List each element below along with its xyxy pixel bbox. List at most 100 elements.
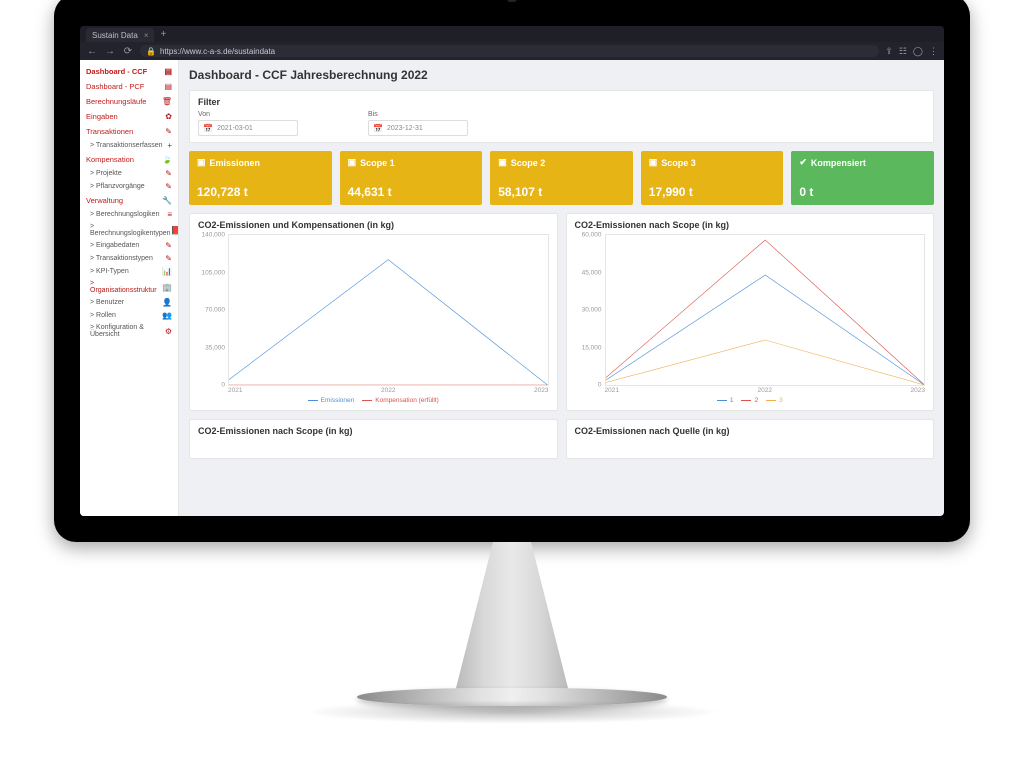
x-tick-label: 2023 [534, 387, 548, 394]
url-field[interactable]: 🔒 https://www.c-a-s.de/sustaindata [140, 45, 879, 57]
y-tick-label: 140,000 [195, 232, 225, 239]
filter-panel: Filter Von 📅 2021-03-01 [189, 90, 934, 143]
sidebar-item-label: > Projekte [90, 170, 122, 177]
sidebar-subitem[interactable]: > Organisationsstruktur🏢 [84, 278, 174, 296]
sidebar-item-label: Dashboard - CCF [86, 67, 147, 76]
chart-title: CO2-Emissionen nach Quelle (in kg) [575, 426, 926, 436]
sidebar-subitem[interactable]: > Berechnungslogiken≡ [84, 208, 174, 221]
filter-to-input[interactable]: 📅 2023-12-31 [368, 120, 468, 136]
chart-legend: EmissionenKompensation (erfüllt) [198, 396, 549, 404]
sidebar-subitem[interactable]: > Pflanzvorgänge ✎ [84, 180, 174, 193]
kpi-label: Emissionen [210, 158, 261, 168]
profile-icon[interactable]: ◯ [913, 46, 923, 57]
x-tick-label: 2021 [228, 387, 242, 394]
sidebar-subitem[interactable]: > Eingabedaten✎ [84, 239, 174, 252]
kpi-card[interactable]: ▣Scope 258,107 t [490, 151, 633, 205]
plus-icon: + [167, 141, 172, 150]
sidebar-item-label: Verwaltung [86, 196, 123, 205]
sidebar: Dashboard - CCF▤Dashboard - PCF▤Berechnu… [80, 60, 179, 516]
monitor-shadow [302, 700, 722, 724]
sidebar-item-label: Transaktionen [86, 127, 133, 136]
sidebar-item-label: > Transaktionstypen [90, 255, 153, 262]
sync-icon[interactable]: ⇪ [885, 46, 893, 57]
delete-icon: 🗑 [162, 97, 172, 106]
sidebar-subitem[interactable]: > Projekte✎ [84, 167, 174, 180]
sidebar-item[interactable]: Dashboard - CCF▤ [84, 64, 174, 79]
kpi-card[interactable]: ✔ Kompensiert 0 t [791, 151, 934, 205]
kpi-label: Kompensiert [811, 158, 866, 168]
kpi-value: 58,107 t [498, 185, 625, 199]
kpi-card[interactable]: ▣Scope 317,990 t [641, 151, 784, 205]
legend-swatch [766, 400, 776, 401]
sidebar-subitem[interactable]: > Konfiguration & Übersicht⚙ [84, 322, 174, 340]
reload-icon[interactable]: ⟳ [122, 45, 134, 57]
chart-legend: 123 [575, 396, 926, 404]
sidebar-item-label: > Berechnungslogiken [90, 211, 159, 218]
chart-series-line [606, 240, 925, 385]
chart-emissions-scope: CO2-Emissionen nach Scope (in kg) 0 15,00… [566, 213, 935, 411]
sidebar-subitem[interactable]: > Benutzer👤 [84, 296, 174, 309]
y-tick-label: 0 [572, 382, 602, 389]
x-tick-label: 2023 [911, 387, 925, 394]
sidebar-item[interactable]: Kompensation🍃 [84, 152, 174, 167]
kpi-label: Scope 2 [511, 158, 546, 168]
pencil-icon: ✎ [165, 182, 172, 191]
sidebar-item[interactable]: Verwaltung 🔧 [84, 193, 174, 208]
sidebar-item-label: > Benutzer [90, 299, 124, 306]
legend-label: 2 [754, 397, 758, 404]
filter-to-value: 2023-12-31 [387, 125, 423, 132]
sidebar-item[interactable]: Eingaben ✿ [84, 109, 174, 124]
chart-title: CO2-Emissionen nach Scope (in kg) [575, 220, 926, 230]
folder-icon: ▣ [197, 157, 206, 168]
settings-icon: ✿ [165, 112, 172, 121]
check-icon: ✔ [799, 157, 807, 168]
kpi-label: Scope 1 [360, 158, 395, 168]
sidebar-item-label: Eingaben [86, 112, 118, 121]
filter-from-input[interactable]: 📅 2021-03-01 [198, 120, 298, 136]
kpi-value: 120,728 t [197, 185, 324, 199]
users-icon: 👥 [162, 311, 172, 320]
close-icon[interactable]: × [144, 31, 149, 40]
forward-icon[interactable]: → [104, 45, 116, 57]
kpi-card[interactable]: ▣ Emissionen 120,728 t [189, 151, 332, 205]
book-icon: 📕 [171, 226, 179, 235]
filter-from-value: 2021-03-01 [217, 125, 253, 132]
leaf-icon: 🍃 [162, 155, 172, 164]
main-content: Dashboard - CCF Jahresberechnung 2022 Fi… [179, 60, 944, 516]
new-tab-button[interactable]: + [160, 28, 166, 42]
legend-item: 2 [741, 397, 758, 404]
sidebar-subitem[interactable]: > Rollen👥 [84, 309, 174, 322]
chart-emissions-compensation: CO2-Emissionen und Kompensationen (in kg… [189, 213, 558, 411]
extensions-icon[interactable]: ☷ [899, 46, 907, 57]
dashboard-icon: ▤ [164, 82, 172, 91]
sidebar-item[interactable]: Dashboard - PCF▤ [84, 79, 174, 94]
sidebar-subitem[interactable]: > Transaktionserfassen+ [84, 139, 174, 152]
browser-tab[interactable]: Sustain Data × [86, 28, 154, 42]
y-tick-label: 0 [195, 382, 225, 389]
kpi-value: 0 t [799, 185, 926, 199]
sidebar-item[interactable]: Transaktionen✎ [84, 124, 174, 139]
sidebar-subitem[interactable]: > Berechnungslogikentypen📕 [84, 221, 174, 239]
pencil-icon: ✎ [165, 241, 172, 250]
wrench-icon: 🔧 [162, 196, 172, 205]
kpi-card[interactable]: ▣Scope 144,631 t [340, 151, 483, 205]
chart-emissions-scope-2: CO2-Emissionen nach Scope (in kg) [189, 419, 558, 459]
sidebar-item-label: > Pflanzvorgänge [90, 183, 145, 190]
back-icon[interactable]: ← [86, 45, 98, 57]
sidebar-subitem[interactable]: > Transaktionstypen✎ [84, 252, 174, 265]
chart-series-line [229, 260, 548, 385]
kpi-value: 17,990 t [649, 185, 776, 199]
y-tick-label: 35,000 [195, 344, 225, 351]
y-tick-label: 15,000 [572, 344, 602, 351]
legend-item: Kompensation (erfüllt) [362, 397, 439, 404]
sidebar-item-label: > Organisationsstruktur [90, 280, 162, 294]
monitor-stand-neck [417, 542, 607, 692]
app-viewport: Dashboard - CCF▤Dashboard - PCF▤Berechnu… [80, 60, 944, 516]
menu-icon[interactable]: ⋮ [929, 46, 938, 57]
filter-to: Bis 📅 2023-12-31 [368, 111, 468, 136]
sidebar-item-label: > KPI-Typen [90, 268, 129, 275]
chart-series-line [606, 275, 925, 385]
sidebar-item[interactable]: Berechnungsläufe🗑 [84, 94, 174, 109]
sidebar-subitem[interactable]: > KPI-Typen📊 [84, 265, 174, 278]
chart-plot-area: 035,00070,000105,000140,000 [228, 234, 549, 386]
